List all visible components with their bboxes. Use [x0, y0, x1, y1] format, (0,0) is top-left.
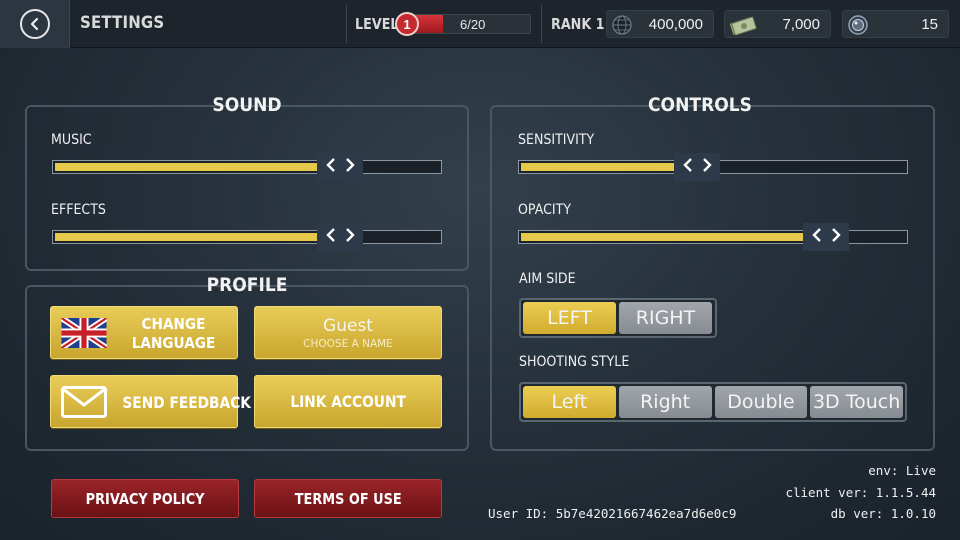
back-arrow-icon: [19, 9, 50, 39]
cash-value: 7,000: [782, 16, 820, 33]
music-slider-handle[interactable]: [317, 153, 363, 181]
top-bar: SETTINGS LEVEL 6/20 1 RANK 1 400,000 7,0…: [0, 0, 960, 48]
change-language-button[interactable]: CHANGE LANGUAGE: [50, 306, 238, 359]
level-progress-bar: 6/20: [404, 14, 531, 34]
world-score-value: 400,000: [648, 16, 703, 33]
send-feedback-button[interactable]: SEND FEEDBACK: [50, 375, 251, 428]
chevron-left-icon: [682, 157, 693, 177]
music-label: MUSIC: [51, 132, 92, 148]
gem-icon: [847, 14, 869, 41]
chevron-left-icon: [811, 227, 822, 247]
chevron-right-icon: [702, 157, 712, 177]
chevron-right-icon: [345, 227, 355, 247]
choose-name-hint: CHOOSE A NAME: [303, 337, 393, 350]
shooting-style-right-option[interactable]: Right: [618, 386, 712, 418]
divider: [541, 5, 542, 43]
music-slider[interactable]: [52, 153, 442, 181]
page-title: SETTINGS: [80, 13, 165, 33]
aim-side-label: AIM SIDE: [519, 271, 576, 287]
change-language-line2: LANGUAGE: [131, 334, 216, 352]
effects-slider-fill: [55, 233, 319, 241]
sensitivity-slider-handle[interactable]: [674, 153, 720, 181]
opacity-slider[interactable]: [518, 223, 908, 251]
db-version: db ver: 1.0.10: [830, 506, 936, 521]
sensitivity-label: SENSITIVITY: [518, 132, 595, 148]
gems-stat: 15: [842, 10, 949, 38]
effects-label: EFFECTS: [51, 202, 106, 218]
link-account-button[interactable]: LINK ACCOUNT: [254, 375, 442, 428]
terms-of-use-button[interactable]: TERMS OF USE: [254, 479, 442, 518]
env-text: env: Live: [868, 463, 936, 478]
effects-slider-handle[interactable]: [317, 223, 363, 251]
opacity-label: OPACITY: [518, 202, 572, 218]
privacy-policy-button[interactable]: PRIVACY POLICY: [51, 479, 239, 518]
sound-panel: [25, 105, 469, 271]
client-version: client ver: 1.1.5.44: [785, 485, 936, 500]
shooting-style-toggle: Left Right Double 3D Touch: [519, 382, 907, 422]
world-score-stat: 400,000: [606, 10, 714, 38]
send-feedback-label: SEND FEEDBACK: [122, 393, 251, 412]
user-id: User ID: 5b7e42021667462ea7d6e0c9: [488, 506, 737, 521]
cash-stat: 7,000: [724, 10, 831, 38]
guest-name: Guest: [323, 315, 373, 336]
effects-slider[interactable]: [52, 223, 442, 251]
sensitivity-slider[interactable]: [518, 153, 908, 181]
choose-name-button[interactable]: Guest CHOOSE A NAME: [254, 306, 442, 359]
terms-of-use-label: TERMS OF USE: [294, 489, 402, 508]
privacy-policy-label: PRIVACY POLICY: [85, 489, 205, 508]
cash-icon: [729, 14, 757, 41]
sound-title: SOUND: [212, 94, 282, 116]
rank-label: RANK 1: [551, 15, 605, 33]
envelope-icon: [61, 386, 107, 422]
uk-flag-icon: [59, 315, 109, 352]
level-progress-text: 6/20: [460, 17, 486, 32]
globe-icon: [611, 14, 633, 41]
opacity-slider-handle[interactable]: [803, 223, 849, 251]
gems-value: 15: [921, 16, 938, 33]
chevron-left-icon: [325, 227, 336, 247]
chevron-right-icon: [831, 227, 841, 247]
shooting-style-left-option[interactable]: Left: [523, 386, 616, 418]
aim-side-right-option[interactable]: RIGHT: [619, 302, 712, 334]
shooting-style-label: SHOOTING STYLE: [519, 354, 630, 370]
chevron-left-icon: [325, 157, 336, 177]
link-account-label: LINK ACCOUNT: [290, 392, 406, 411]
shooting-style-3dtouch-option[interactable]: 3D Touch: [810, 386, 903, 418]
back-button[interactable]: [0, 0, 70, 48]
chevron-right-icon: [345, 157, 355, 177]
opacity-slider-fill: [521, 233, 805, 241]
aim-side-toggle: LEFT RIGHT: [519, 298, 717, 338]
profile-title: PROFILE: [206, 274, 288, 296]
music-slider-fill: [55, 163, 319, 171]
level-badge: 1: [395, 12, 419, 36]
level-label: LEVEL: [355, 15, 399, 33]
aim-side-left-option[interactable]: LEFT: [523, 302, 616, 334]
divider: [346, 5, 347, 43]
sensitivity-slider-fill: [521, 163, 676, 171]
change-language-line1: CHANGE: [141, 315, 206, 333]
shooting-style-double-option[interactable]: Double: [714, 386, 808, 418]
controls-title: CONTROLS: [648, 94, 752, 116]
